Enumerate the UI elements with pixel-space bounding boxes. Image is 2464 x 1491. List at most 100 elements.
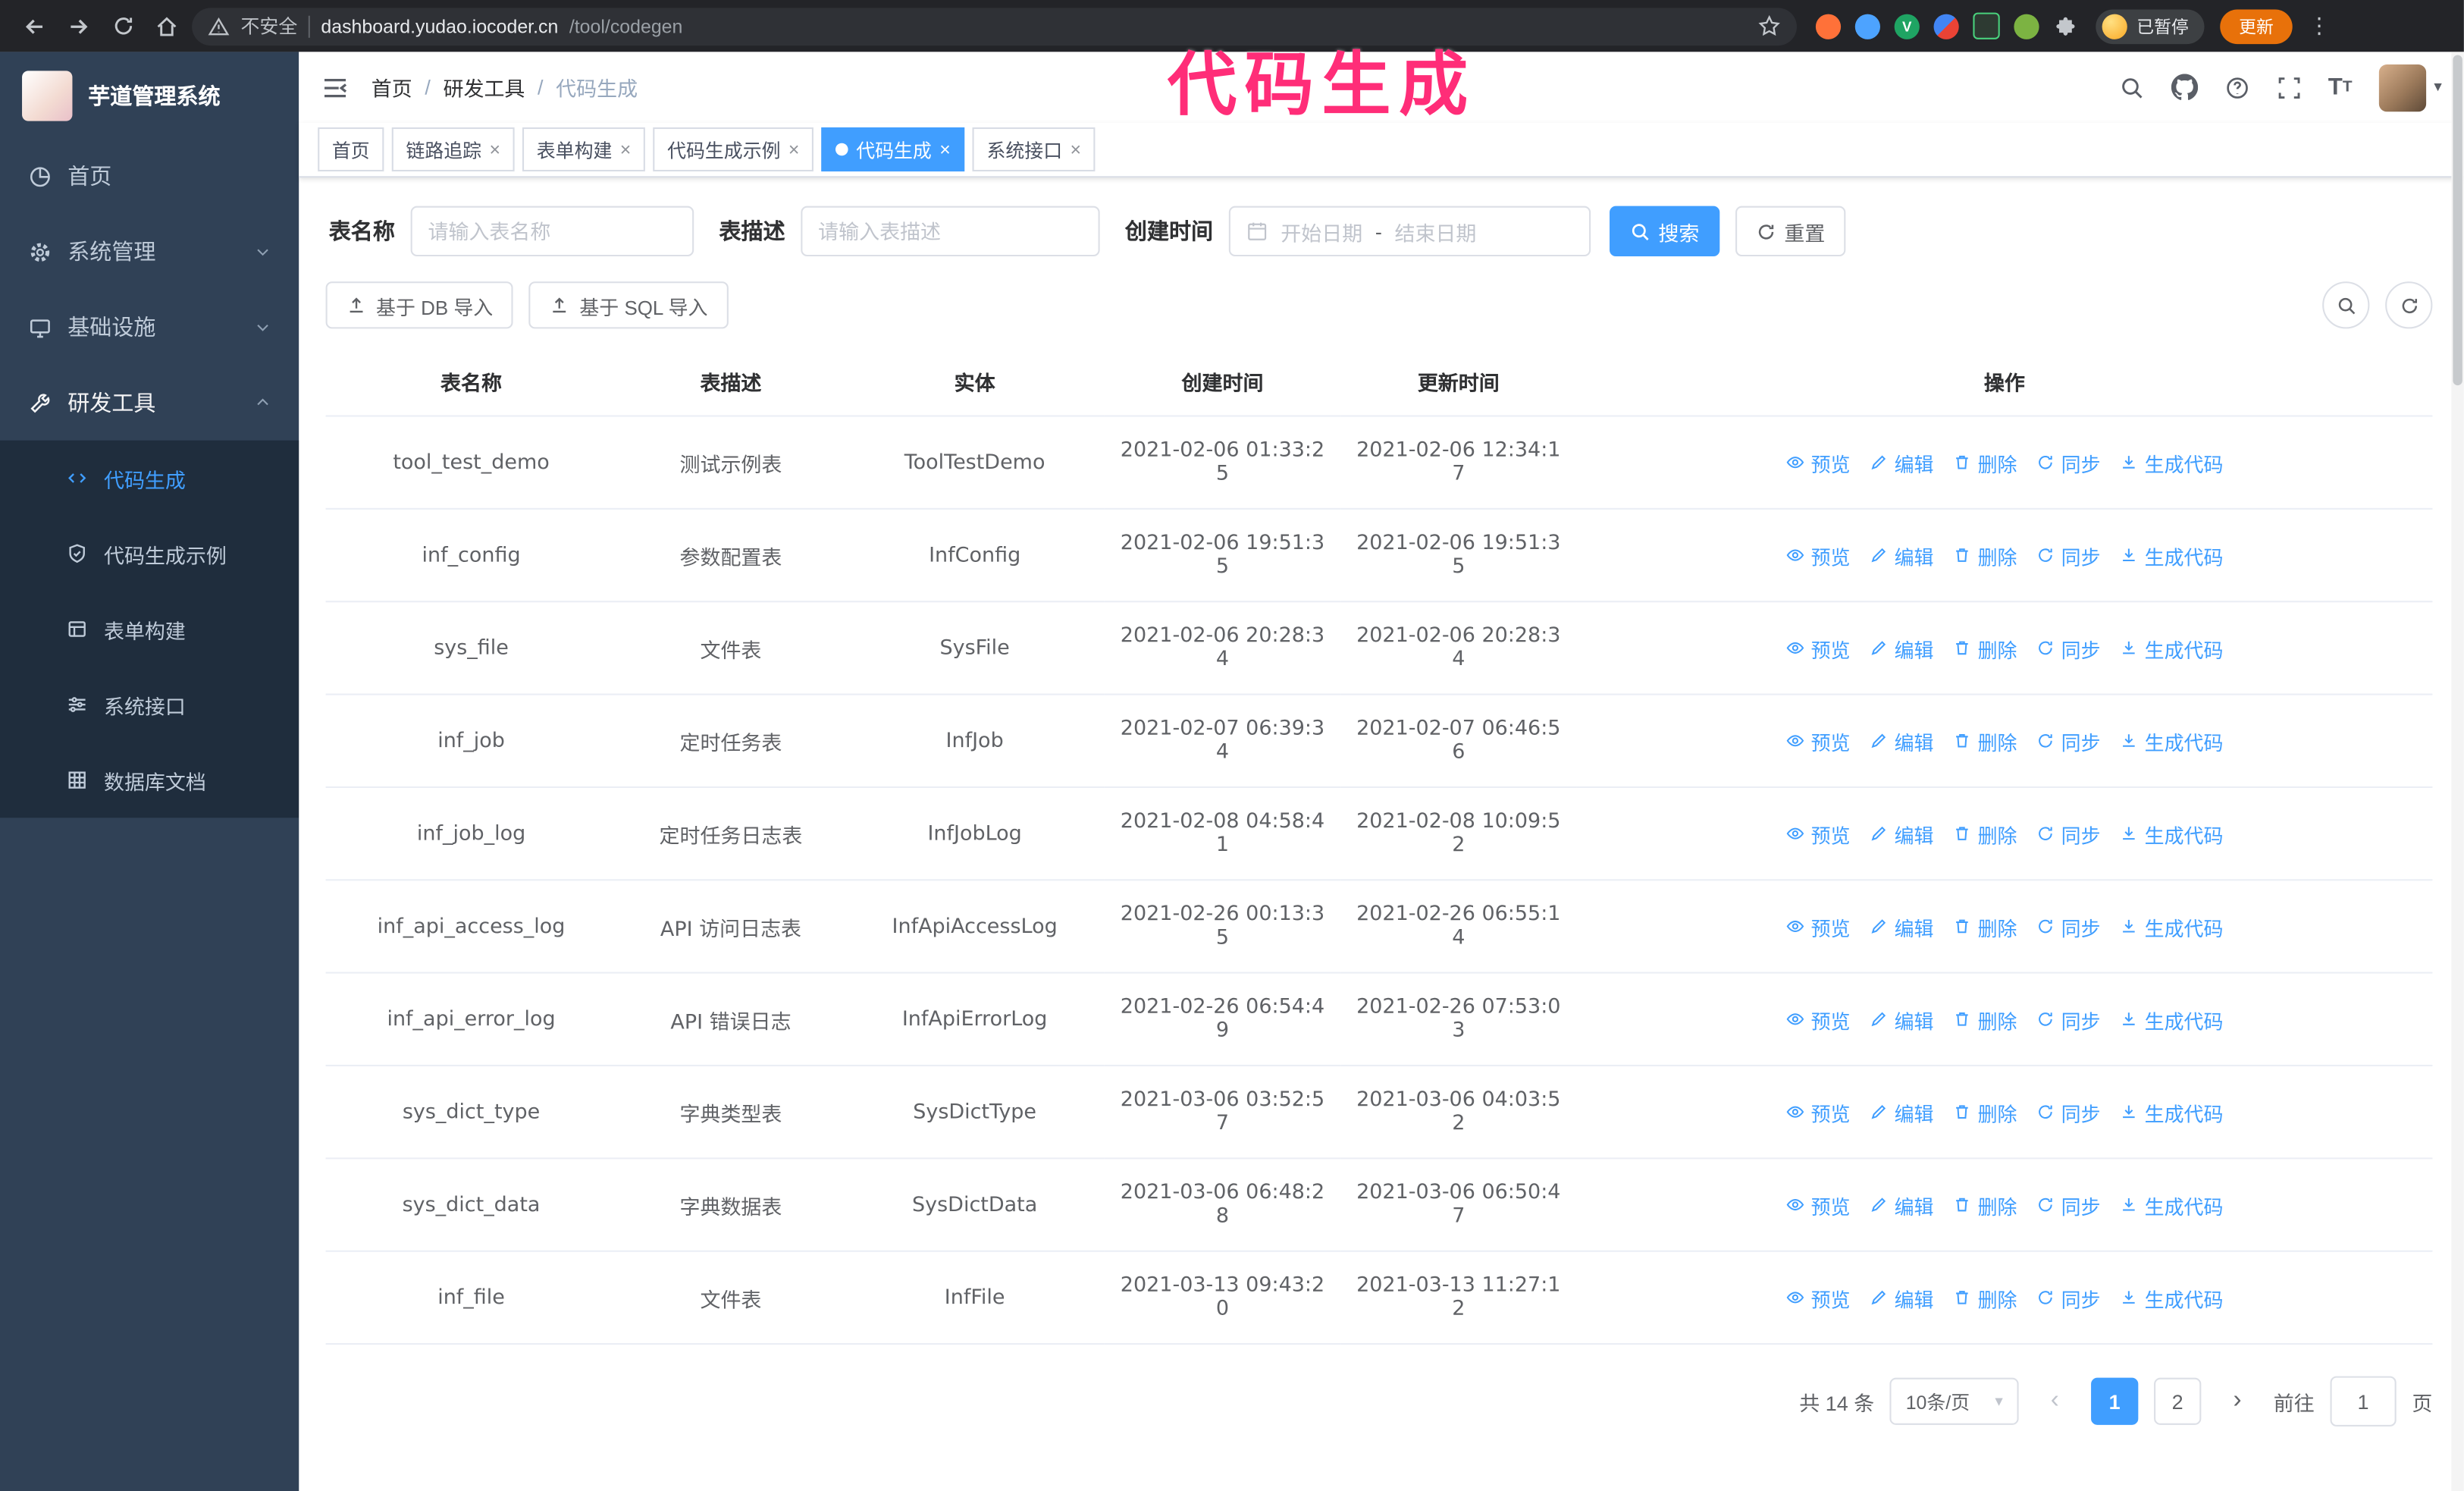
- preview-link[interactable]: 预览: [1785, 1282, 1850, 1312]
- preview-link[interactable]: 预览: [1785, 540, 1850, 570]
- delete-link[interactable]: 删除: [1952, 447, 2017, 477]
- home-icon[interactable]: [148, 7, 186, 45]
- close-icon[interactable]: ×: [788, 140, 800, 159]
- edit-link[interactable]: 编辑: [1869, 1282, 1934, 1312]
- search-icon[interactable]: [2119, 75, 2144, 100]
- extension-icon-1[interactable]: [1815, 13, 1842, 39]
- sidebar-item-codegen-example[interactable]: 代码生成示例: [0, 516, 299, 592]
- app-logo-row[interactable]: 芋道管理系统: [0, 52, 299, 138]
- generate-code-link[interactable]: 生成代码: [2119, 726, 2223, 755]
- sidebar-item-system-api[interactable]: 系统接口: [0, 667, 299, 742]
- preview-link[interactable]: 预览: [1785, 1190, 1850, 1219]
- sync-link[interactable]: 同步: [2036, 1282, 2101, 1312]
- scrollbar-thumb[interactable]: [2453, 55, 2462, 386]
- edit-link[interactable]: 编辑: [1869, 726, 1934, 755]
- page-button-2[interactable]: 2: [2154, 1377, 2202, 1425]
- sync-link[interactable]: 同步: [2036, 633, 2101, 663]
- import-db-button[interactable]: 基于 DB 导入: [325, 281, 514, 329]
- edit-link[interactable]: 编辑: [1869, 912, 1934, 941]
- search-button[interactable]: 搜索: [1610, 206, 1720, 257]
- delete-link[interactable]: 删除: [1952, 912, 2017, 941]
- edit-link[interactable]: 编辑: [1869, 1097, 1934, 1126]
- bookmark-star-icon[interactable]: [1757, 14, 1781, 38]
- sync-link[interactable]: 同步: [2036, 1190, 2101, 1219]
- table-name-input[interactable]: [410, 206, 694, 257]
- browser-update-button[interactable]: 更新: [2220, 8, 2293, 44]
- delete-link[interactable]: 删除: [1952, 818, 2017, 848]
- date-range-picker[interactable]: 开始日期 - 结束日期: [1228, 206, 1591, 257]
- sidebar-item-dev-tools[interactable]: 研发工具: [0, 365, 299, 441]
- extensions-puzzle-icon[interactable]: [2053, 14, 2077, 38]
- generate-code-link[interactable]: 生成代码: [2119, 447, 2223, 477]
- prev-page-button[interactable]: ‹: [2034, 1380, 2075, 1424]
- delete-link[interactable]: 删除: [1952, 726, 2017, 755]
- tab-system-api[interactable]: 系统接口 ×: [972, 127, 1096, 172]
- next-page-button[interactable]: ›: [2217, 1380, 2258, 1424]
- sidebar-item-db-docs[interactable]: 数据库文档: [0, 742, 299, 818]
- sync-link[interactable]: 同步: [2036, 818, 2101, 848]
- help-icon[interactable]: [2224, 75, 2249, 100]
- extension-icon-3[interactable]: V: [1894, 13, 1920, 39]
- preview-link[interactable]: 预览: [1785, 447, 1850, 477]
- preview-link[interactable]: 预览: [1785, 1097, 1850, 1126]
- preview-link[interactable]: 预览: [1785, 726, 1850, 755]
- scrollbar[interactable]: [2451, 52, 2464, 1491]
- page-size-select[interactable]: 10条/页 ▾: [1889, 1377, 2019, 1425]
- browser-menu-icon[interactable]: ⋮: [2308, 13, 2330, 39]
- fullscreen-icon[interactable]: [2276, 75, 2301, 100]
- edit-link[interactable]: 编辑: [1869, 1004, 1934, 1034]
- delete-link[interactable]: 删除: [1952, 633, 2017, 663]
- user-menu[interactable]: ▾: [2378, 63, 2442, 111]
- tab-home[interactable]: 首页: [318, 127, 384, 172]
- preview-link[interactable]: 预览: [1785, 912, 1850, 941]
- extension-icon-2[interactable]: [1854, 13, 1880, 39]
- breadcrumb-dev-tools[interactable]: 研发工具: [443, 72, 525, 102]
- table-desc-input[interactable]: [801, 206, 1100, 257]
- reset-button[interactable]: 重置: [1735, 206, 1846, 257]
- generate-code-link[interactable]: 生成代码: [2119, 633, 2223, 663]
- profile-paused-badge[interactable]: 已暂停: [2096, 8, 2205, 44]
- sidebar-item-codegen[interactable]: 代码生成: [0, 441, 299, 516]
- github-icon[interactable]: [2171, 74, 2198, 100]
- close-icon[interactable]: ×: [1071, 140, 1082, 159]
- edit-link[interactable]: 编辑: [1869, 633, 1934, 663]
- preview-link[interactable]: 预览: [1785, 633, 1850, 663]
- reload-icon[interactable]: [104, 7, 142, 45]
- toggle-search-button[interactable]: [2322, 281, 2370, 329]
- address-bar[interactable]: 不安全 dashboard.yudao.iocoder.cn/tool/code…: [192, 7, 1797, 46]
- sidebar-item-infrastructure[interactable]: 基础设施: [0, 290, 299, 366]
- delete-link[interactable]: 删除: [1952, 1004, 2017, 1034]
- edit-link[interactable]: 编辑: [1869, 447, 1934, 477]
- sync-link[interactable]: 同步: [2036, 540, 2101, 570]
- close-icon[interactable]: ×: [489, 140, 500, 159]
- font-size-icon[interactable]: TT: [2328, 74, 2353, 100]
- extension-icon-4[interactable]: [1933, 13, 1959, 39]
- tab-form-builder[interactable]: 表单构建 ×: [522, 127, 646, 172]
- sync-link[interactable]: 同步: [2036, 1097, 2101, 1126]
- delete-link[interactable]: 删除: [1952, 1097, 2017, 1126]
- sync-link[interactable]: 同步: [2036, 447, 2101, 477]
- edit-link[interactable]: 编辑: [1869, 818, 1934, 848]
- goto-page-input[interactable]: [2330, 1376, 2397, 1427]
- generate-code-link[interactable]: 生成代码: [2119, 1004, 2223, 1034]
- generate-code-link[interactable]: 生成代码: [2119, 1097, 2223, 1126]
- security-label[interactable]: 不安全: [241, 13, 298, 39]
- sidebar-item-system[interactable]: 系统管理: [0, 214, 299, 290]
- refresh-table-button[interactable]: [2385, 281, 2433, 329]
- sidebar-fold-icon[interactable]: [321, 73, 349, 101]
- sync-link[interactable]: 同步: [2036, 726, 2101, 755]
- tab-codegen-example[interactable]: 代码生成示例 ×: [653, 127, 814, 172]
- preview-link[interactable]: 预览: [1785, 1004, 1850, 1034]
- sidebar-item-home[interactable]: 首页: [0, 138, 299, 214]
- sync-link[interactable]: 同步: [2036, 1004, 2101, 1034]
- edit-link[interactable]: 编辑: [1869, 540, 1934, 570]
- generate-code-link[interactable]: 生成代码: [2119, 912, 2223, 941]
- back-icon[interactable]: [16, 7, 54, 45]
- tab-tracing[interactable]: 链路追踪 ×: [391, 127, 515, 172]
- preview-link[interactable]: 预览: [1785, 818, 1850, 848]
- generate-code-link[interactable]: 生成代码: [2119, 818, 2223, 848]
- edit-link[interactable]: 编辑: [1869, 1190, 1934, 1219]
- delete-link[interactable]: 删除: [1952, 1282, 2017, 1312]
- extension-icon-5[interactable]: [1973, 12, 2000, 39]
- generate-code-link[interactable]: 生成代码: [2119, 1282, 2223, 1312]
